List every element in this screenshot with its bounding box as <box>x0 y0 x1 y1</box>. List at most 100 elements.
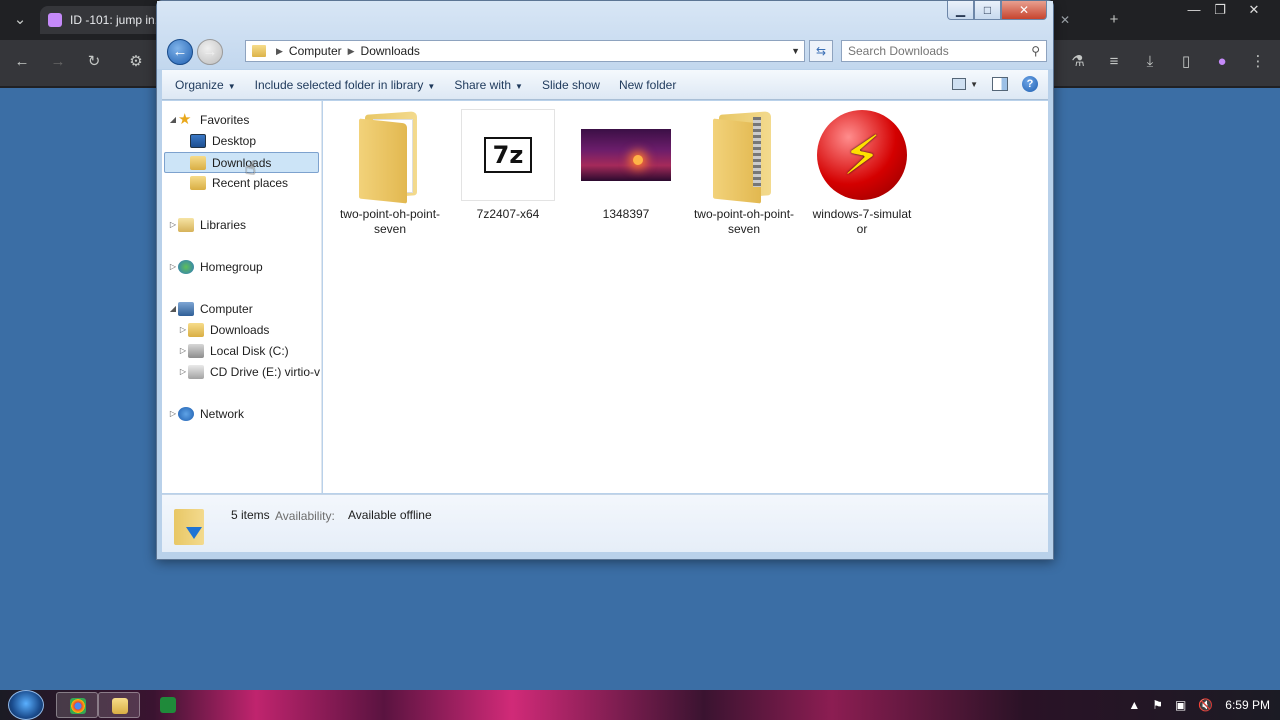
flag-icon[interactable]: ⚑ <box>1152 698 1163 712</box>
taskbar-app-button[interactable] <box>150 692 186 718</box>
nav-downloads[interactable]: Downloads <box>164 152 319 173</box>
share-with-button[interactable]: Share with ▼ <box>454 78 523 92</box>
hand-cursor-icon: ☝ <box>245 158 256 178</box>
search-box[interactable]: ⚲ <box>841 40 1047 62</box>
browser-forward-icon[interactable]: → <box>46 52 70 72</box>
view-controls: ▼ ? <box>952 76 1038 92</box>
taskbar-explorer-button[interactable] <box>98 692 140 718</box>
chevron-down-icon: ▼ <box>427 81 436 91</box>
search-input[interactable] <box>842 41 1022 61</box>
chrome-icon <box>70 698 86 714</box>
expanded-triangle-icon[interactable]: ◢ <box>168 115 178 124</box>
nav-label: Local Disk (C:) <box>210 343 289 358</box>
nav-computer-downloads[interactable]: ▷ Downloads <box>178 319 269 340</box>
help-icon[interactable]: ? <box>1022 76 1038 92</box>
side-panel-icon[interactable]: ▯ <box>1174 52 1198 72</box>
search-icon[interactable]: ⚲ <box>1031 44 1040 58</box>
include-in-library-button[interactable]: Include selected folder in library ▼ <box>255 78 436 92</box>
preview-pane-icon[interactable] <box>992 77 1008 91</box>
browser-tab-label: ID -101: jump in... <box>70 13 165 27</box>
tab-search-icon[interactable]: ⌄ <box>8 10 32 30</box>
address-folder-icon <box>252 45 266 57</box>
file-item-zip[interactable]: two-point-oh-point-seven <box>692 107 796 237</box>
browser-reload-icon[interactable]: ↻ <box>82 52 106 72</box>
downloads-folder-icon <box>174 509 204 545</box>
desktop-icon <box>190 133 206 148</box>
nav-network[interactable]: ▷ Network <box>168 403 244 424</box>
profile-avatar-icon[interactable]: ● <box>1210 52 1234 72</box>
browser-close-button[interactable]: ✕ <box>1236 0 1272 20</box>
availability-value: Available offline <box>348 508 432 522</box>
clock[interactable]: 6:59 PM <box>1225 698 1270 712</box>
start-button[interactable] <box>8 690 44 720</box>
nav-homegroup[interactable]: ▷ Homegroup <box>168 256 263 277</box>
flask-icon[interactable]: ⚗ <box>1066 52 1090 72</box>
network-tray-icon[interactable]: ▣ <box>1175 698 1186 712</box>
forward-button[interactable]: → <box>197 39 223 65</box>
nav-recent-places[interactable]: Recent places <box>190 172 288 193</box>
back-button[interactable]: ← <box>167 39 193 65</box>
reading-list-icon[interactable]: ≡ <box>1102 52 1126 72</box>
share-label: Share with <box>454 77 512 92</box>
taskbar-chrome-button[interactable] <box>56 692 98 718</box>
system-tray: ▲ ⚑ ▣ 🔇 6:59 PM <box>1128 690 1270 720</box>
nav-favorites[interactable]: ◢ ★ Favorites <box>168 109 249 130</box>
close-button[interactable]: ✕ <box>1001 1 1047 20</box>
site-info-icon[interactable]: ⚙ <box>124 52 148 72</box>
nav-desktop[interactable]: Desktop <box>190 130 256 151</box>
nav-cd-drive[interactable]: ▷ CD Drive (E:) virtio-v <box>178 361 320 382</box>
nav-label: Downloads <box>210 322 270 337</box>
minimize-button[interactable]: ▁ <box>947 1 974 20</box>
new-tab-button[interactable]: + <box>1102 10 1126 30</box>
breadcrumb-downloads[interactable]: Downloads <box>361 44 420 58</box>
address-bar[interactable]: ▶ Computer ▶ Downloads ▼ <box>245 40 805 62</box>
homegroup-icon <box>178 259 194 274</box>
tab-close-icon[interactable]: ✕ <box>1060 6 1080 34</box>
browser-maximize-button[interactable]: ❐ <box>1202 0 1238 20</box>
chevron-down-icon[interactable]: ▼ <box>970 80 978 89</box>
nav-libraries[interactable]: ▷ Libraries <box>168 214 246 235</box>
details-pane: 5 items Availability: Available offline <box>162 494 1048 552</box>
file-item-app[interactable]: ⚡ windows-7-simulator <box>810 107 914 237</box>
file-name: 1348397 <box>602 207 650 221</box>
breadcrumb-chevron-icon[interactable]: ▶ <box>276 46 283 57</box>
star-icon: ★ <box>178 110 192 128</box>
zip-folder-icon <box>692 107 796 204</box>
organize-button[interactable]: Organize ▼ <box>175 78 236 92</box>
file-name: 7z2407-x64 <box>476 207 540 221</box>
file-name: two-point-oh-point-seven <box>339 207 441 236</box>
file-item-folder[interactable]: two-point-oh-point-seven <box>338 107 442 237</box>
explorer-folder-icon <box>112 698 128 714</box>
downloads-folder-icon <box>188 322 204 337</box>
collapsed-triangle-icon[interactable]: ▷ <box>178 325 188 334</box>
nav-label: Homegroup <box>200 259 263 274</box>
address-dropdown-icon[interactable]: ▼ <box>791 46 800 56</box>
file-item-image[interactable]: 1348397 <box>574 107 678 222</box>
file-item-installer[interactable]: 7z 7z2407-x64 <box>456 107 560 222</box>
caption-buttons: ▁ □ ✕ <box>947 1 1047 20</box>
collapsed-triangle-icon[interactable]: ▷ <box>178 346 188 355</box>
collapsed-triangle-icon[interactable]: ▷ <box>178 367 188 376</box>
collapsed-triangle-icon[interactable]: ▷ <box>168 262 178 271</box>
tab-favicon-icon <box>48 13 62 27</box>
slide-show-button[interactable]: Slide show <box>542 78 600 92</box>
breadcrumb-chevron-icon[interactable]: ▶ <box>348 46 355 57</box>
show-hidden-icons-icon[interactable]: ▲ <box>1128 698 1140 712</box>
change-view-icon[interactable] <box>952 78 967 90</box>
refresh-button[interactable]: ⇆ <box>809 40 833 62</box>
nav-local-disk[interactable]: ▷ Local Disk (C:) <box>178 340 289 361</box>
maximize-button[interactable]: □ <box>974 1 1001 20</box>
collapsed-triangle-icon[interactable]: ▷ <box>168 409 178 418</box>
breadcrumb-computer[interactable]: Computer <box>289 44 342 58</box>
libraries-icon <box>178 217 194 232</box>
green-app-icon <box>160 697 176 713</box>
download-icon[interactable]: ⤓ <box>1138 52 1162 72</box>
computer-icon <box>178 301 194 316</box>
volume-muted-icon[interactable]: 🔇 <box>1198 698 1213 712</box>
browser-menu-icon[interactable]: ⋮ <box>1246 52 1270 72</box>
expanded-triangle-icon[interactable]: ◢ <box>168 304 178 313</box>
nav-computer[interactable]: ◢ Computer <box>168 298 253 319</box>
new-folder-button[interactable]: New folder <box>619 78 676 92</box>
browser-back-icon[interactable]: ← <box>10 52 34 72</box>
collapsed-triangle-icon[interactable]: ▷ <box>168 220 178 229</box>
